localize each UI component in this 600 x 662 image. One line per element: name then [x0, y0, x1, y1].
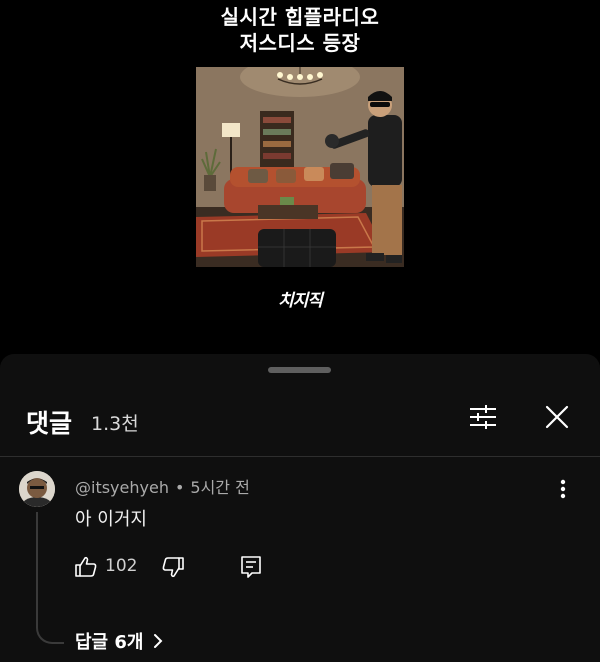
video-title-line2: 저스디스 등장 [239, 31, 361, 55]
sliders-icon[interactable] [466, 400, 500, 434]
video-title: 실시간 힙플라디오 저스디스 등장 [0, 4, 600, 56]
like-count: 102 [105, 556, 138, 576]
comments-sheet: 댓글 1.3천 @itsyehyeh • 5시간 전 아 이거지 102 답글 … [0, 354, 600, 662]
comment-time: 5시간 전 [190, 478, 250, 497]
comment-author[interactable]: @itsyehyeh [75, 478, 169, 497]
chzzk-logo: 치지직 [278, 291, 323, 311]
video-title-line1: 실시간 힙플라디오 [220, 5, 380, 29]
view-replies-button[interactable]: 답글 6개 [75, 628, 163, 654]
video-thumbnail [196, 67, 404, 267]
comment-text: 아 이거지 [75, 509, 147, 530]
comments-count: 1.3천 [91, 413, 139, 435]
header-divider [0, 456, 600, 457]
close-icon[interactable] [540, 400, 574, 434]
reply-icon[interactable] [238, 554, 264, 580]
avatar[interactable] [19, 471, 55, 507]
more-vertical-icon[interactable] [550, 476, 576, 502]
reply-thread-line [36, 512, 64, 644]
replies-label: 답글 6개 [75, 632, 144, 653]
thumbs-up-icon[interactable] [73, 554, 99, 580]
chevron-right-icon [153, 633, 163, 649]
video-player[interactable]: 실시간 힙플라디오 저스디스 등장 치지직 [0, 0, 600, 365]
comments-title: 댓글 [26, 409, 73, 438]
comment-meta: @itsyehyeh • 5시간 전 [75, 474, 250, 498]
drag-handle[interactable] [268, 367, 331, 373]
thumbs-down-icon[interactable] [160, 554, 186, 580]
meta-separator: • [174, 478, 185, 497]
